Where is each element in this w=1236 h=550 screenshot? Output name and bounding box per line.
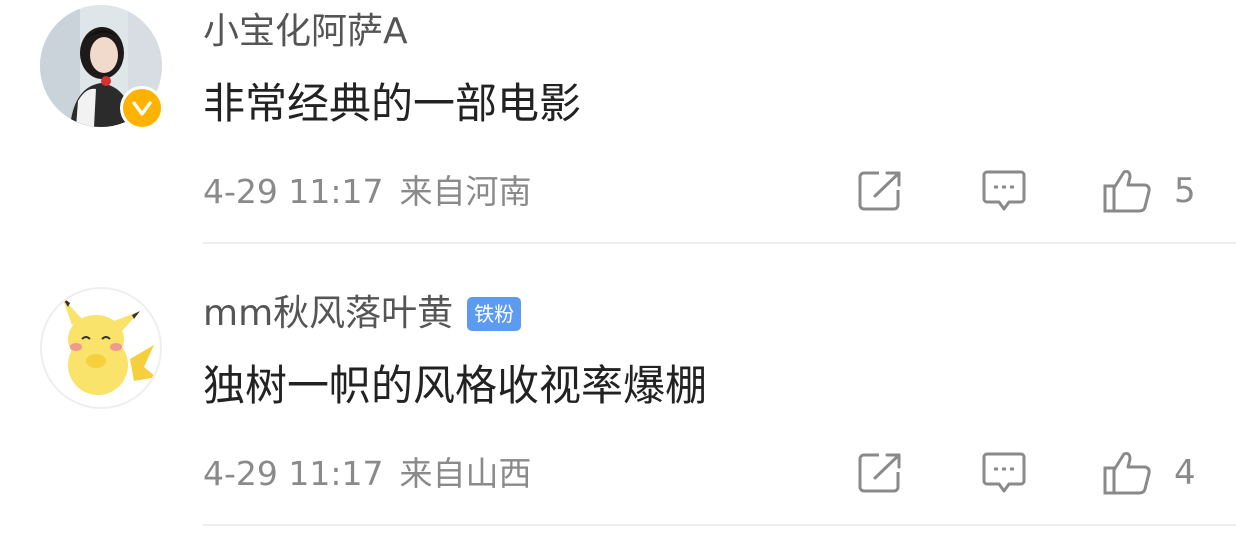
thumbs-up-icon xyxy=(1103,170,1151,213)
divider xyxy=(203,242,1236,244)
like-button[interactable]: 5 xyxy=(1102,166,1196,216)
comment-button[interactable] xyxy=(980,448,1028,498)
comment-meta: 4-29 11:17 来自河南 xyxy=(203,170,532,214)
thumbs-up-icon xyxy=(1103,452,1151,495)
fan-badge: 铁粉 xyxy=(467,297,522,331)
username[interactable]: 小宝化阿萨A xyxy=(203,10,408,54)
comment-location: 来自山西 xyxy=(399,454,532,493)
comment-item: mm秋风落叶黄 铁粉 独树一帜的风格收视率爆棚 4-29 11:17 来自山西 4 xyxy=(0,282,1236,550)
share-icon xyxy=(858,171,901,211)
like-count: 5 xyxy=(1174,171,1196,211)
share-button[interactable] xyxy=(857,166,903,216)
comment-button[interactable] xyxy=(980,166,1028,216)
comment-text: 独树一帜的风格收视率爆棚 xyxy=(203,361,708,410)
comment-meta: 4-29 11:17 来自山西 xyxy=(203,452,532,496)
pikachu-avatar-icon xyxy=(42,289,160,407)
comment-time: 4-29 11:17 xyxy=(203,172,384,211)
verified-icon xyxy=(120,86,164,130)
comment-text: 非常经典的一部电影 xyxy=(203,79,582,128)
like-button[interactable]: 4 xyxy=(1102,448,1196,498)
username[interactable]: mm秋风落叶黄 铁粉 xyxy=(203,292,522,336)
like-count: 4 xyxy=(1174,453,1196,493)
comment-item: 小宝化阿萨A 非常经典的一部电影 4-29 11:17 来自河南 5 xyxy=(0,0,1236,268)
divider xyxy=(203,524,1236,526)
user-avatar[interactable] xyxy=(40,287,162,409)
comment-icon xyxy=(982,170,1026,211)
comment-icon xyxy=(982,452,1026,493)
username-text[interactable]: 小宝化阿萨A xyxy=(203,10,408,54)
username-text[interactable]: mm秋风落叶黄 xyxy=(203,292,453,336)
share-icon xyxy=(858,453,901,493)
comment-time: 4-29 11:17 xyxy=(203,454,384,493)
share-button[interactable] xyxy=(857,448,903,498)
comment-location: 来自河南 xyxy=(399,172,532,211)
